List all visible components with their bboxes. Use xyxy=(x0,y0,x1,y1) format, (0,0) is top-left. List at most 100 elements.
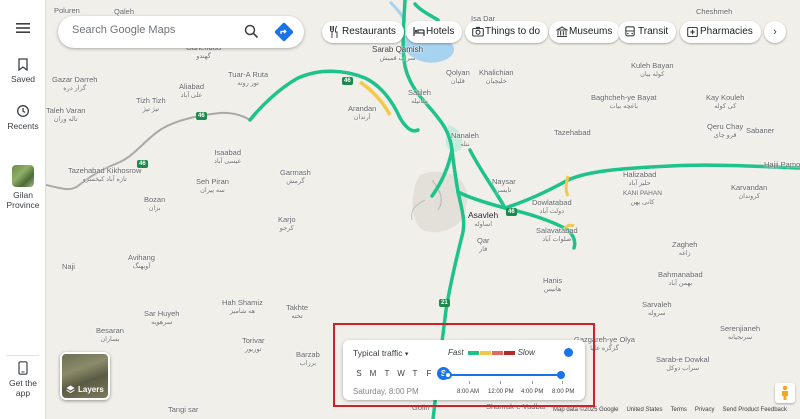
place-label[interactable]: Sar Huyeh سرهویه xyxy=(144,309,179,327)
day-thursday[interactable]: T xyxy=(409,369,421,378)
place-label[interactable]: Qolyan قلیان xyxy=(446,68,470,86)
place-label[interactable]: Poluren xyxy=(54,6,80,15)
place-label[interactable]: Hajji Pamon xyxy=(764,160,800,169)
place-label[interactable]: Asavleh اساوله xyxy=(468,211,498,229)
bookmark-icon xyxy=(18,58,28,71)
time-slider-track[interactable] xyxy=(446,374,561,376)
place-label[interactable]: Hanis هانیس xyxy=(543,276,562,294)
place-label[interactable]: Qaleh xyxy=(114,7,134,16)
place-label[interactable]: Nanaleh ننله xyxy=(451,131,479,149)
place-label[interactable]: KANI PAHAN کانی پهن xyxy=(623,189,662,207)
day-sunday[interactable]: S xyxy=(353,369,365,378)
place-label[interactable]: Khalichian خلیچیان xyxy=(479,68,514,86)
place-label[interactable]: Arandan آرندان xyxy=(348,104,376,122)
place-label[interactable]: Tangi sar xyxy=(168,405,198,414)
search-input[interactable] xyxy=(72,24,232,36)
place-label[interactable]: Tazehabad Kikhosrow تازه آباد کیخسرو xyxy=(68,166,141,184)
time-slider-thumb[interactable] xyxy=(557,371,565,379)
place-label[interactable]: Kuleh Bayan کوله بیان xyxy=(631,61,674,79)
privacy-link[interactable]: Privacy xyxy=(695,407,715,413)
road-shield: 46 xyxy=(196,112,207,120)
place-label[interactable]: Kay Kouleh کی کوله xyxy=(706,93,744,111)
search-icon[interactable] xyxy=(244,24,259,39)
place-label[interactable]: Qeru Chay قرو چای xyxy=(707,122,743,140)
traffic-mode-label: Typical traffic xyxy=(353,348,403,358)
place-label[interactable]: Tuar-A Ruta تور روته xyxy=(228,70,268,88)
chips-next-button[interactable]: › xyxy=(764,21,786,43)
tick-label: 8:00 AM xyxy=(457,389,480,395)
day-tuesday[interactable]: T xyxy=(381,369,393,378)
chip-restaurants[interactable]: Restaurants xyxy=(322,21,404,43)
recents-label: Recents xyxy=(7,121,39,131)
traffic-mode-dropdown[interactable]: Typical traffic ▾ xyxy=(353,348,408,358)
place-label[interactable]: Hah Shamiz هه شامیز xyxy=(222,298,263,316)
place-label[interactable]: Barzab برزاب xyxy=(296,350,320,368)
place-label[interactable]: Sarab Qamish سراب قمیش xyxy=(372,45,423,63)
layers-icon xyxy=(66,385,75,394)
place-label[interactable]: Tizh Tizh تیژ تیژ xyxy=(136,96,166,114)
chip-restaurants-label: Restaurants xyxy=(342,26,396,37)
place-label[interactable]: Tazehabad xyxy=(554,128,591,137)
selected-time-text: Saturday, 8:00 PM xyxy=(353,387,419,396)
place-label[interactable]: Bozan بزان xyxy=(144,195,165,213)
place-label[interactable]: Bahmanabad بهمن آباد xyxy=(658,270,703,288)
traffic-options-toggle[interactable] xyxy=(564,348,573,357)
place-label[interactable]: Torivar توریور xyxy=(242,336,265,354)
place-label[interactable]: Naji xyxy=(62,262,75,271)
saved-button[interactable]: Saved xyxy=(0,58,46,84)
chip-pharmacies[interactable]: Pharmacies xyxy=(680,21,761,43)
recents-button[interactable]: Recents xyxy=(0,104,46,131)
chip-museums-label: Museums xyxy=(569,26,613,37)
place-label[interactable]: Serenjianeh سرنجیانه xyxy=(720,324,760,342)
place-label[interactable]: Besaran بساران xyxy=(96,326,124,344)
place-label[interactable]: Aliabad علی آباد xyxy=(179,82,204,100)
feedback-link[interactable]: Send Product Feedback xyxy=(723,407,787,413)
place-label[interactable]: Satileh ساتیله xyxy=(408,88,431,106)
place-label[interactable]: Avihang آویهنگ xyxy=(128,253,155,271)
place-label[interactable]: Seh Piran سه پیران xyxy=(196,177,229,195)
street-view-pegman[interactable] xyxy=(775,383,795,403)
place-label[interactable]: Cheshmeh xyxy=(696,7,732,16)
legend-slow-label: Slow xyxy=(517,348,535,357)
legend-fast-label: Fast xyxy=(448,348,464,357)
recent-place-gilan[interactable]: Gilan Province xyxy=(0,165,46,210)
place-label[interactable]: Sarvaleh سروله xyxy=(642,300,672,318)
layers-button[interactable]: Layers xyxy=(60,352,110,400)
search-box xyxy=(58,16,304,48)
day-friday[interactable]: F xyxy=(423,369,435,378)
legend-swatch-slowest xyxy=(503,350,515,355)
place-label[interactable]: Dowlatabad دولت آباد xyxy=(532,198,572,216)
place-label[interactable]: Salavatabad صلوات آباد xyxy=(536,226,578,244)
chip-museums[interactable]: Museums xyxy=(549,21,621,43)
chip-transit[interactable]: Transit xyxy=(618,21,677,43)
place-label[interactable]: Isaabad عیسی آباد xyxy=(214,148,241,166)
tick-label: 4:00 PM xyxy=(521,389,544,395)
place-label[interactable]: Taleh Varan تاله وران xyxy=(46,106,85,124)
directions-icon[interactable] xyxy=(274,22,294,42)
tick-mark xyxy=(500,381,501,384)
history-icon xyxy=(17,105,29,117)
terms-link[interactable]: Terms xyxy=(671,407,687,413)
place-label[interactable]: Karjo کرجو xyxy=(278,215,296,233)
place-label[interactable]: Baghcheh-ye Bayat باغچه بیات xyxy=(591,93,656,111)
get-app-button[interactable]: Get the app xyxy=(0,361,46,398)
place-label[interactable]: Zagheh زاغه xyxy=(672,240,697,258)
place-label[interactable]: Halizabad حلیز آباد xyxy=(623,170,656,188)
camera-icon xyxy=(472,26,484,37)
place-label[interactable]: Takhte تخته xyxy=(286,303,308,321)
chip-hotels[interactable]: Hotels xyxy=(406,21,463,43)
place-label[interactable]: Gazar Darreh گزار دره xyxy=(52,75,97,93)
place-label[interactable]: Naysar نایسر xyxy=(492,177,516,195)
place-label[interactable]: Sarab-e Dowkal سراب دوکل xyxy=(656,355,709,373)
place-label[interactable]: Karvandan کروندان xyxy=(731,183,767,201)
day-monday[interactable]: M xyxy=(367,369,379,378)
chip-things-to-do[interactable]: Things to do xyxy=(465,21,549,43)
menu-button[interactable] xyxy=(0,22,46,34)
place-label[interactable]: Garmash گرمش xyxy=(280,168,311,186)
day-wednesday[interactable]: W xyxy=(395,369,407,378)
place-label[interactable]: Sabaner xyxy=(746,126,774,135)
pegman-icon xyxy=(782,385,788,400)
left-rail: Saved Recents Gilan Province Get the app xyxy=(0,0,46,419)
place-label[interactable]: Qar قار xyxy=(477,236,490,254)
country-link[interactable]: United States xyxy=(626,407,662,413)
